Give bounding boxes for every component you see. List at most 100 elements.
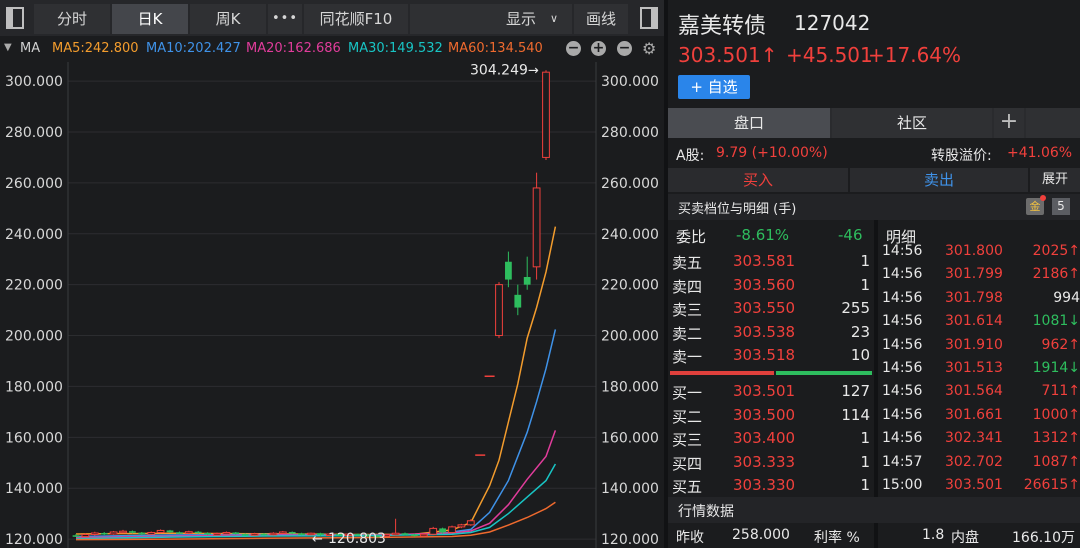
ask-level-row[interactable]: 卖五 303.581 1	[668, 250, 874, 273]
candle-up[interactable]	[90, 531, 99, 536]
candle-body	[278, 531, 287, 534]
y-tick-label-right: 120.000	[601, 532, 659, 548]
candle-up[interactable]	[156, 529, 165, 534]
candle-down[interactable]	[100, 531, 108, 536]
trade-row: 14:56 301.799 2186↑	[878, 264, 1080, 287]
candle-layer	[72, 70, 550, 538]
candle-up[interactable]	[532, 172, 541, 280]
candle-body	[138, 532, 146, 535]
price-change-pct: +17.64%	[868, 43, 962, 67]
candle-up[interactable]	[269, 532, 278, 536]
level-volume: 10	[850, 346, 870, 364]
ask-level-row[interactable]: 卖一 303.518 10	[668, 344, 874, 367]
y-tick-label-right: 220.000	[601, 278, 659, 294]
gear-icon[interactable]: ⚙	[642, 39, 656, 58]
level-price: 303.581	[733, 252, 796, 270]
level-volume: 255	[841, 299, 870, 317]
ask-level-row[interactable]: 卖二 303.538 23	[668, 321, 874, 344]
chart-toolbar: 分时 日K 周K ••• 同花顺F10 显示 ∨ 画线	[0, 0, 664, 36]
level-price: 303.333	[733, 452, 796, 471]
candle-up[interactable]	[109, 530, 118, 535]
candle-body	[288, 531, 296, 534]
ma-collapse-icon[interactable]: ▼	[4, 42, 12, 53]
rate-label: 利率 %	[814, 530, 860, 546]
tab-intraday[interactable]: 分时	[34, 4, 110, 34]
candle-up[interactable]	[119, 529, 127, 534]
trade-volume: 1312↑	[1032, 430, 1080, 447]
kline-chart[interactable]: 300.000 300.000 280.000 280.000 260.000 260.0…	[0, 62, 664, 548]
sell-button[interactable]: 卖出	[850, 168, 1028, 192]
level-label: 卖四	[672, 277, 703, 296]
candle-up[interactable]	[222, 531, 231, 535]
bond-code: 127042	[794, 11, 871, 35]
candle-up[interactable]	[184, 530, 193, 535]
candle-down[interactable]	[505, 251, 512, 288]
add-tab-icon[interactable]: +	[994, 108, 1024, 138]
weibi-label: 委比	[676, 228, 707, 246]
trade-time: 14:56	[882, 243, 923, 259]
ma10-line	[75, 329, 557, 538]
bond-name: 嘉美转债	[678, 14, 767, 39]
ma30-line	[75, 463, 557, 540]
trade-row: 14:56 301.910 962↑	[878, 335, 1080, 358]
candle-body	[81, 534, 90, 538]
f10-button[interactable]: 同花顺F10	[304, 4, 408, 34]
trade-price: 301.564	[945, 383, 1003, 400]
level-label: 买三	[672, 431, 703, 449]
bid-level-row[interactable]: 买二 303.500 114	[668, 404, 874, 427]
candle-up[interactable]	[542, 70, 550, 160]
ask-level-row[interactable]: 卖四 303.560 1	[668, 274, 874, 297]
y-tick-label-right: 260.000	[601, 176, 659, 192]
a-share-value: 9.79 (+10.00%)	[716, 145, 828, 161]
candle-up[interactable]	[391, 518, 400, 536]
buy-button[interactable]: 买入	[668, 168, 848, 192]
chevron-down-icon: ∨	[550, 12, 559, 25]
tab-weekly-k[interactable]: 周K	[190, 4, 266, 34]
candle-body	[222, 531, 231, 535]
collapse-left-icon[interactable]	[6, 7, 24, 29]
kline-pane: 分时 日K 周K ••• 同花顺F10 显示 ∨ 画线 ▼ MA MA5:242…	[0, 0, 664, 548]
bid-level-row[interactable]: 买五 303.330 1	[668, 474, 874, 497]
candle-body	[401, 533, 409, 535]
display-dropdown[interactable]: 显示 ∨	[410, 4, 572, 34]
draw-line-button[interactable]: 画线	[574, 4, 628, 34]
candle-body	[495, 284, 503, 337]
candle-up[interactable]	[429, 526, 438, 536]
candle-up[interactable]	[278, 530, 287, 535]
level-label: 卖一	[672, 348, 703, 366]
bid-level-row[interactable]: 买一 303.501 127	[668, 380, 874, 403]
inner-value: 166.10万	[1012, 530, 1075, 546]
collapse-right-icon[interactable]	[640, 7, 658, 29]
candle-up[interactable]	[448, 525, 456, 533]
tab-community[interactable]: 社区	[832, 108, 992, 138]
candle-up[interactable]	[147, 531, 156, 536]
tab-daily-k[interactable]: 日K	[112, 4, 188, 34]
candle-down[interactable]	[298, 532, 305, 536]
level-price: 303.400	[733, 429, 796, 447]
y-tick-label: 120.000	[5, 532, 63, 548]
candle-down[interactable]	[514, 284, 522, 316]
level-count-badge[interactable]: 5	[1052, 198, 1070, 215]
zoom-in-icon[interactable]: +	[591, 41, 606, 56]
candle-up[interactable]	[495, 282, 503, 339]
candle-body	[129, 531, 136, 533]
bid-level-row[interactable]: 买四 303.333 1	[668, 451, 874, 474]
candle-up[interactable]	[466, 519, 475, 526]
trade-row: 14:56 301.564 711↑	[878, 381, 1080, 404]
candle-body	[194, 531, 202, 534]
add-watchlist-button[interactable]: + 自选	[678, 75, 750, 99]
ask-level-row[interactable]: 卖三 303.550 255	[668, 297, 874, 320]
trade-price: 301.661	[945, 406, 1003, 423]
bid-level-row[interactable]: 买三 303.400 1	[668, 427, 874, 450]
level-label: 买五	[672, 478, 703, 496]
remove-icon[interactable]: −	[617, 41, 632, 56]
expand-button[interactable]: 展开	[1030, 168, 1080, 192]
zoom-out-icon[interactable]: −	[566, 41, 581, 56]
tab-panel[interactable]: 盘口	[668, 108, 830, 138]
y-tick-label-right: 140.000	[601, 481, 659, 497]
more-icon[interactable]: •••	[268, 4, 302, 34]
prev-close-label: 昨收	[676, 530, 704, 546]
rate-value: 1.8	[922, 527, 945, 543]
candle-up[interactable]	[419, 533, 428, 537]
candle-down[interactable]	[176, 531, 183, 535]
